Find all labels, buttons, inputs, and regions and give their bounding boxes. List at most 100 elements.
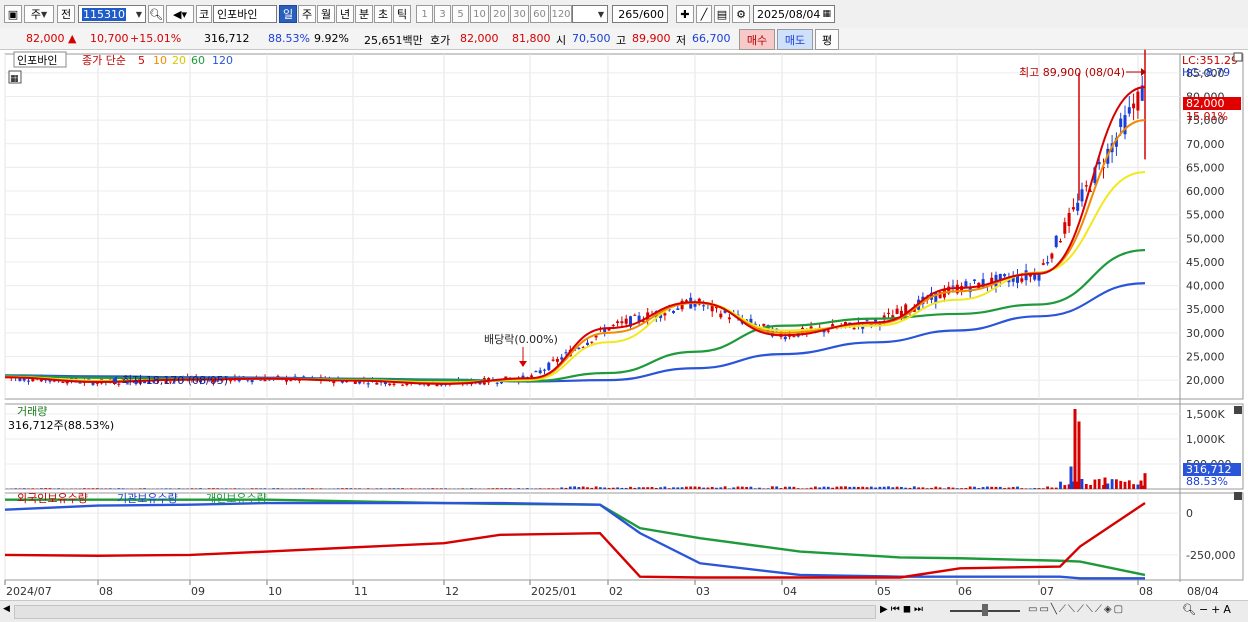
period-tab-2[interactable]: 월	[317, 5, 335, 23]
interval-tab-5[interactable]: 5	[452, 5, 469, 23]
count-total: /600	[639, 8, 664, 21]
bottom-bar: ◀ ▶⏮◼⏭ ▭▭╲⟋⟍⟋⟍⟋◈▢ 🔍︎−+A	[0, 600, 1248, 622]
dividend-arrow-icon	[519, 361, 527, 367]
interval-tab-120[interactable]: 120	[550, 5, 572, 23]
count-field[interactable]: 265/600	[612, 5, 668, 23]
volume-bar	[801, 488, 804, 489]
stock-chart[interactable]: 2024/0708091011122025/010203040506070808…	[0, 49, 1248, 600]
interval-tab-10[interactable]: 10	[470, 5, 489, 23]
volume-bar	[255, 488, 258, 489]
period-tab-6[interactable]: 틱	[393, 5, 411, 23]
period-tab-3[interactable]: 년	[336, 5, 354, 23]
volume-bar	[1046, 486, 1049, 489]
save-icon[interactable]: ▤	[714, 5, 730, 23]
chart-grid	[5, 54, 1243, 582]
volume-bar	[939, 487, 942, 489]
volume-bar	[685, 487, 688, 489]
volume-bar	[775, 486, 778, 489]
volume-bar	[827, 487, 830, 489]
candle-body	[590, 342, 593, 343]
layout-icon[interactable]: ▣	[4, 5, 22, 23]
volume-bar	[616, 487, 619, 489]
draw-icon[interactable]: ╱	[696, 5, 712, 23]
interval-tab-30[interactable]: 30	[510, 5, 529, 23]
chevron-down-icon: ▼	[41, 10, 47, 19]
interval-tab-20[interactable]: 20	[490, 5, 509, 23]
stock-name-field[interactable]: 인포바인	[213, 5, 277, 23]
volume-bar	[358, 488, 361, 489]
volume-bar	[341, 488, 344, 489]
search-icon[interactable]: 🔍︎	[148, 5, 164, 23]
volume-bar	[681, 487, 684, 489]
price-change-pct: +15.01%	[130, 32, 181, 45]
volume-bar	[853, 487, 856, 489]
period-tab-1[interactable]: 주	[298, 5, 316, 23]
volume-bar	[517, 488, 520, 489]
volume-bar	[40, 488, 43, 489]
volume-bar	[599, 487, 602, 489]
volume-bar	[569, 487, 572, 489]
volume-bar	[216, 488, 219, 489]
candle-body	[547, 363, 550, 370]
candle-body	[61, 382, 64, 383]
period-tab-5[interactable]: 초	[374, 5, 392, 23]
sell-button[interactable]: 매도	[777, 29, 813, 50]
volume-bar	[689, 486, 692, 489]
period-tab-0[interactable]: 일	[279, 5, 297, 23]
volume-bar	[814, 487, 817, 489]
interval-tab-3[interactable]: 3	[434, 5, 451, 23]
period-tab-4[interactable]: 분	[355, 5, 373, 23]
volume-y-tick-label: 1,500K	[1186, 408, 1225, 421]
price-y-tick-label: 60,000	[1186, 185, 1225, 198]
candle-body	[393, 384, 396, 385]
gear-icon[interactable]: ⚙	[732, 5, 750, 23]
trade-amount: 25,651백만	[364, 32, 423, 48]
volume-bar	[49, 488, 52, 489]
holding-legend-institution: 기관보유수량	[117, 492, 178, 505]
volume-y-tick-label: 1,000K	[1186, 433, 1225, 446]
interval-tab-1[interactable]: 1	[416, 5, 433, 23]
code-input[interactable]: 115310▼	[78, 5, 146, 23]
price-y-tick-label: 35,000	[1186, 303, 1225, 316]
volume-title: 거래량	[17, 405, 47, 418]
horizontal-scrollbar[interactable]	[14, 605, 876, 619]
zoom-slider-handle[interactable]	[982, 604, 988, 616]
volume-spike-bar	[1144, 473, 1147, 489]
candle-body	[565, 352, 568, 353]
low-annotation: 최저 18,170 (08/05)	[122, 374, 228, 387]
volume-bar	[887, 486, 890, 489]
zoom-tools-icons[interactable]: 🔍︎−+A	[1182, 603, 1234, 616]
volume-bar	[169, 488, 172, 489]
calendar-icon[interactable]: ▦	[822, 9, 831, 19]
volume-bar	[117, 488, 120, 489]
volume-bar	[565, 488, 568, 489]
interval-tab-60[interactable]: 60	[530, 5, 549, 23]
volume-bar	[1132, 484, 1135, 489]
eval-button[interactable]: 평	[815, 29, 839, 50]
volume-bar	[96, 488, 99, 489]
legend-ma20: 20	[172, 54, 186, 67]
volume-bar	[23, 488, 26, 489]
ma-line-20	[5, 172, 1145, 382]
volume-bar	[1012, 487, 1015, 489]
x-tick-label: 2024/07	[6, 585, 52, 598]
volume-bar	[891, 487, 894, 489]
candle-body	[595, 336, 598, 338]
ma-line-60	[5, 250, 1145, 381]
interval-custom-select[interactable]: ▼	[572, 5, 608, 23]
market-select[interactable]: 주▼	[24, 5, 54, 23]
volume-bar	[728, 488, 731, 489]
crosshair-icon[interactable]: ✚	[676, 5, 694, 23]
playback-controls[interactable]: ▶⏮◼⏭	[880, 604, 926, 615]
volume-bar	[965, 488, 968, 489]
volume-bar	[934, 487, 937, 489]
speaker-icon[interactable]: ◀▾	[166, 5, 194, 23]
prev-button[interactable]: 전	[57, 5, 75, 23]
volume-bar	[1029, 488, 1032, 489]
volume-spike-bar	[1104, 478, 1107, 490]
scroll-left-icon[interactable]: ◀	[3, 604, 10, 614]
buy-button[interactable]: 매수	[739, 29, 775, 50]
date-field[interactable]: 2025/08/04▦	[753, 5, 835, 23]
volume-bar	[711, 487, 714, 489]
drawing-tools-icons[interactable]: ▭▭╲⟋⟍⟋⟍⟋◈▢	[1028, 604, 1125, 615]
